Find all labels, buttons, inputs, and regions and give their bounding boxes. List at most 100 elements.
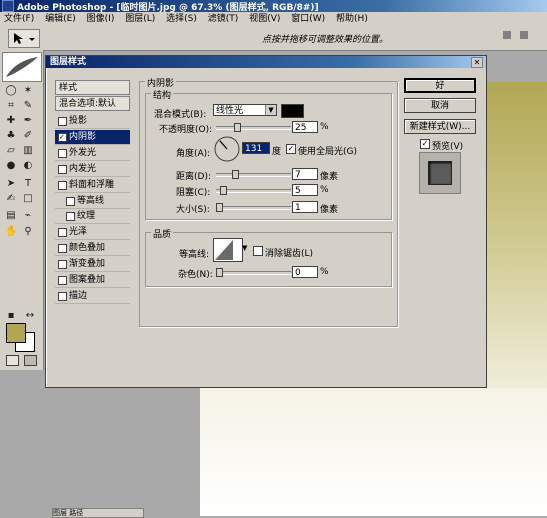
tool-preset-picker[interactable] — [8, 29, 40, 48]
style-item[interactable]: 等高线 — [55, 194, 130, 209]
style-item[interactable]: 渐变叠加 — [55, 257, 130, 273]
choke-slider[interactable] — [216, 186, 291, 195]
style-item-checkbox[interactable]: ✓ — [58, 132, 67, 142]
layers-palette-tab[interactable]: 图层 路径 — [52, 508, 144, 518]
distance-input[interactable]: 7 — [292, 168, 318, 180]
style-item-checkbox[interactable] — [58, 244, 67, 254]
standard-mode-icon[interactable] — [6, 355, 19, 366]
crop-tool-icon[interactable]: ⌗ — [5, 100, 17, 111]
menu-window[interactable]: 窗口(W) — [287, 12, 329, 26]
styles-header[interactable]: 样式 — [55, 80, 130, 95]
noise-slider-thumb[interactable] — [216, 268, 223, 277]
new-style-button[interactable]: 新建样式(W)... — [404, 119, 476, 134]
angle-dial[interactable] — [213, 135, 241, 163]
toolbox: ◯ ✶ ⌗ ✎ ✚ ✒ ♣ ✐ ▱ ▥ ● ◐ ➤ T ✍ □ ▤ ⌁ ✋ ⚲ … — [0, 50, 44, 370]
quick-mask-mode-icon[interactable] — [24, 355, 37, 366]
type-tool-icon[interactable]: T — [22, 178, 34, 189]
opacity-slider[interactable] — [216, 123, 291, 132]
menu-view[interactable]: 视图(V) — [245, 12, 284, 26]
opacity-input[interactable]: 25 — [292, 121, 318, 133]
style-item[interactable]: 投影 — [55, 114, 130, 129]
history-brush-tool-icon[interactable]: ✐ — [22, 130, 34, 141]
size-input[interactable]: 1 — [292, 201, 318, 213]
style-item-checkbox[interactable] — [58, 180, 67, 190]
dialog-title: 图层样式 — [50, 57, 87, 67]
close-icon[interactable]: ✕ — [471, 57, 483, 68]
menu-edit[interactable]: 编辑(E) — [41, 12, 80, 26]
contour-picker[interactable] — [213, 238, 243, 262]
style-item-checkbox[interactable] — [58, 260, 67, 270]
style-item-label: 图案叠加 — [69, 275, 106, 285]
style-item-label: 内发光 — [69, 163, 97, 174]
menu-layer[interactable]: 图层(L) — [121, 12, 159, 26]
menu-help[interactable]: 帮助(H) — [332, 12, 372, 26]
distance-slider-thumb[interactable] — [232, 170, 240, 179]
pen-tool-icon[interactable]: ✍ — [5, 193, 17, 204]
blend-mode-select[interactable]: 线性光 ▼ — [213, 104, 277, 116]
rectangle-tool-icon[interactable]: □ — [22, 193, 34, 204]
noise-slider[interactable] — [216, 268, 291, 277]
dodge-tool-icon[interactable]: ◐ — [22, 160, 34, 171]
cancel-button[interactable]: 取消 — [404, 98, 476, 113]
preview-checkbox[interactable]: ✓ — [420, 139, 430, 149]
anti-alias-checkbox[interactable] — [253, 246, 263, 256]
style-item-checkbox[interactable] — [58, 276, 67, 285]
contour-dropdown-icon[interactable]: ▼ — [242, 244, 247, 252]
eyedropper-tool-icon[interactable]: ⌁ — [22, 210, 34, 221]
notes-tool-icon[interactable]: ▤ — [5, 210, 17, 221]
magic-wand-tool-icon[interactable]: ✶ — [22, 85, 34, 96]
style-item[interactable]: 图案叠加 — [55, 273, 130, 288]
style-item[interactable]: 光泽 — [55, 225, 130, 241]
menu-filter[interactable]: 滤镜(T) — [204, 12, 243, 26]
global-light-checkbox[interactable]: ✓ — [286, 144, 296, 154]
menu-file[interactable]: 文件(F) — [0, 12, 38, 26]
lasso-tool-icon[interactable]: ◯ — [5, 85, 17, 96]
size-slider[interactable] — [216, 203, 291, 212]
healing-brush-tool-icon[interactable]: ✚ — [5, 115, 17, 126]
style-item[interactable]: 外发光 — [55, 146, 130, 161]
brush-tool-icon[interactable]: ✒ — [22, 115, 34, 126]
size-slider-thumb[interactable] — [216, 203, 224, 212]
hand-tool-icon[interactable]: ✋ — [5, 226, 17, 237]
style-item-label: 投影 — [69, 116, 88, 126]
style-item[interactable]: ✓ 内阴影 — [55, 129, 130, 145]
style-item[interactable]: 斜面和浮雕 — [55, 178, 130, 193]
clone-stamp-tool-icon[interactable]: ♣ — [5, 130, 17, 141]
menu-select[interactable]: 选择(S) — [162, 12, 201, 26]
swap-colors-icon[interactable]: ↔ — [24, 310, 36, 321]
choke-label: 阻塞(C): — [176, 188, 211, 198]
blur-tool-icon[interactable]: ● — [5, 160, 17, 171]
gradient-tool-icon[interactable]: ▥ — [22, 145, 34, 156]
style-item[interactable]: 内发光 — [55, 162, 130, 177]
style-item-checkbox[interactable] — [66, 212, 75, 222]
zoom-tool-icon[interactable]: ⚲ — [22, 226, 34, 237]
opacity-slider-thumb[interactable] — [233, 123, 241, 132]
angle-input[interactable]: 131 — [242, 142, 270, 154]
choke-input[interactable]: 5 — [292, 184, 318, 196]
path-selection-tool-icon[interactable]: ➤ — [5, 178, 17, 189]
eraser-tool-icon[interactable]: ▱ — [5, 145, 17, 156]
style-item-checkbox[interactable] — [58, 148, 67, 158]
style-item-checkbox[interactable] — [58, 291, 67, 301]
distance-slider[interactable] — [216, 170, 291, 179]
menu-image[interactable]: 图像(I) — [83, 12, 119, 26]
style-item-label: 纹理 — [77, 211, 96, 222]
ok-button[interactable]: 好 — [404, 78, 476, 93]
document-image-area[interactable] — [200, 388, 547, 516]
style-item-checkbox[interactable] — [66, 196, 75, 206]
style-item-checkbox[interactable] — [58, 117, 67, 126]
choke-slider-thumb[interactable] — [219, 186, 227, 195]
style-item-checkbox[interactable] — [58, 228, 67, 238]
palette-well-handle[interactable] — [503, 31, 511, 39]
slice-tool-icon[interactable]: ✎ — [22, 100, 34, 111]
foreground-color-swatch[interactable] — [6, 323, 26, 343]
style-item[interactable]: 描边 — [55, 289, 130, 304]
blending-options-item[interactable]: 混合选项:默认 — [55, 96, 130, 111]
noise-input[interactable]: 0 — [292, 266, 318, 278]
palette-well-handle-2[interactable] — [520, 31, 528, 39]
default-colors-icon[interactable]: ▪ — [5, 310, 17, 321]
shadow-color-swatch[interactable] — [281, 104, 304, 118]
style-item-checkbox[interactable] — [58, 164, 67, 174]
style-item[interactable]: 颜色叠加 — [55, 241, 130, 257]
style-item[interactable]: 纹理 — [55, 209, 130, 225]
